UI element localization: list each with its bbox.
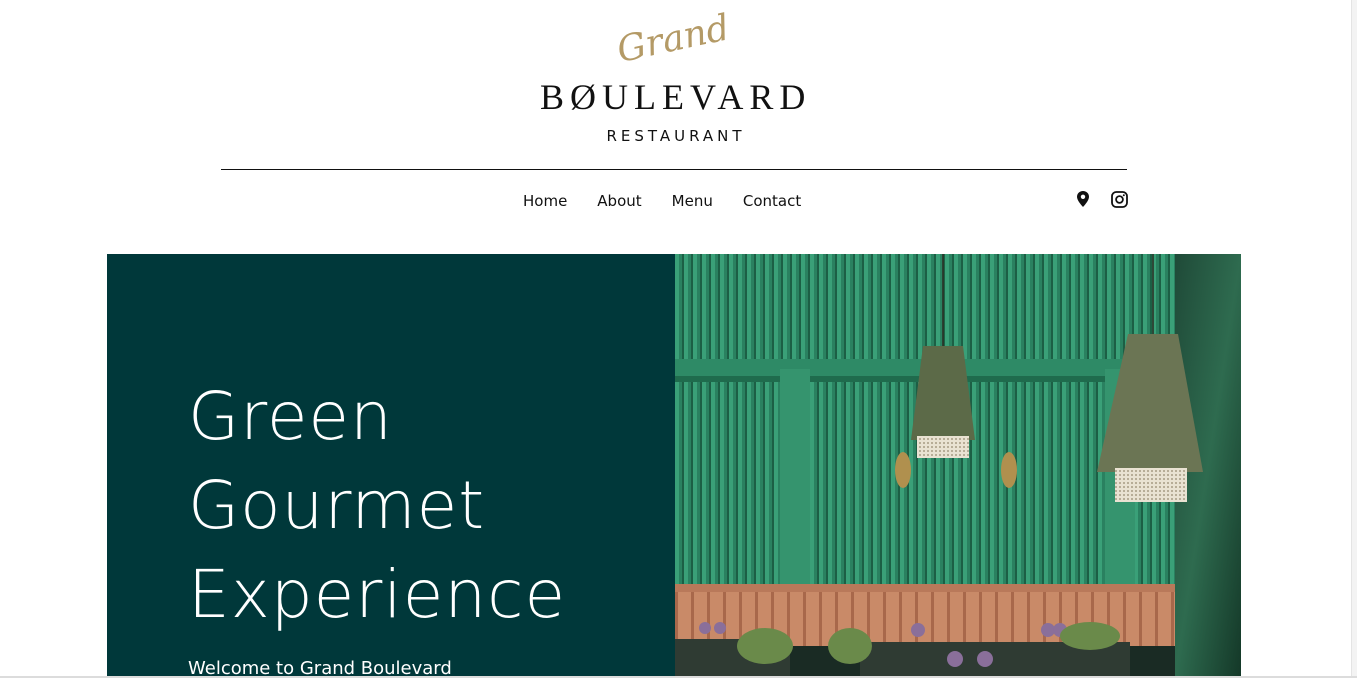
logo-script-text: Grand (613, 7, 734, 71)
nav-item-home[interactable]: Home (508, 190, 582, 214)
logo-sub-text: RESTAURANT (606, 127, 746, 145)
nav-item-contact[interactable]: Contact (728, 190, 816, 214)
nav-item-menu[interactable]: Menu (657, 190, 728, 214)
hero-text-panel: Green Gourmet Experience Welcome to Gran… (107, 254, 675, 678)
location-pin-icon[interactable] (1072, 188, 1094, 210)
hero-subtitle: Welcome to Grand Boulevard (188, 658, 452, 678)
header-divider (221, 169, 1127, 170)
site-logo[interactable]: Grand BØULEVARD RESTAURANT (0, 0, 1357, 160)
hero-title-line-1: Green (188, 378, 393, 455)
nav-item-about[interactable]: About (582, 190, 656, 214)
hero-title-line-2: Gourmet (188, 467, 486, 544)
main-nav: Home About Menu Contact (508, 190, 816, 214)
hero-title: Green Gourmet Experience (188, 372, 658, 639)
page-scrollbar[interactable] (1351, 0, 1357, 678)
restaurant-interior-image (675, 254, 1241, 678)
hero-title-line-3: Experience (188, 556, 567, 633)
hero-section: Green Gourmet Experience Welcome to Gran… (107, 254, 1241, 678)
instagram-icon[interactable] (1108, 188, 1130, 210)
logo-main-text: BØULEVARD (540, 77, 812, 117)
